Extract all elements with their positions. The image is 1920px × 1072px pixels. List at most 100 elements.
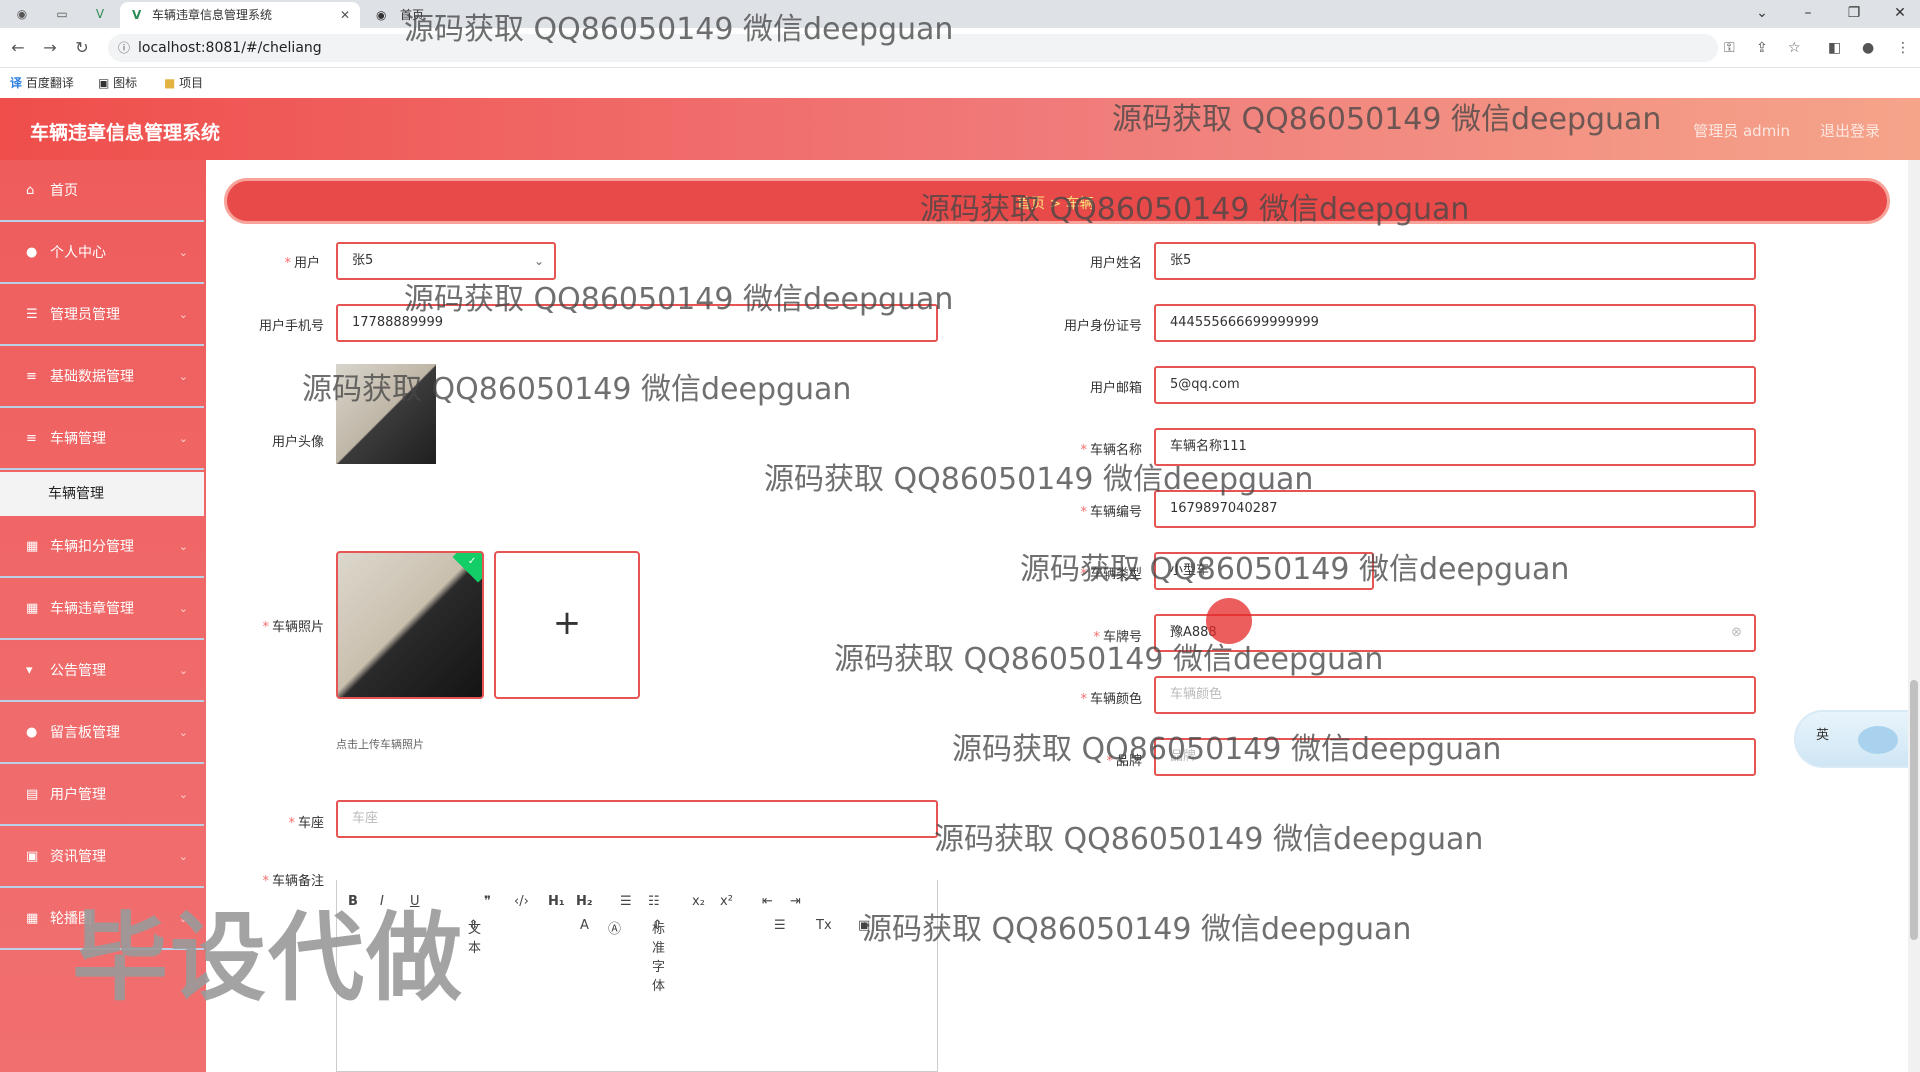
back-icon[interactable]: ←: [6, 36, 30, 60]
sidebar-item-violations[interactable]: ▦ 车辆违章管理 ⌄: [0, 578, 204, 640]
globe-icon[interactable]: ◉: [12, 4, 32, 24]
chevron-down-icon: ⌄: [178, 726, 188, 739]
scrollbar-thumb[interactable]: [1910, 680, 1918, 940]
watermark: 源码获取 QQ86050149 微信deepguan: [302, 372, 852, 407]
bulletin-icon: ▾: [26, 663, 33, 678]
profile-icon[interactable]: ●: [1862, 40, 1874, 56]
close-icon[interactable]: ✕: [340, 2, 350, 28]
uploaded-photo[interactable]: ✓: [336, 551, 484, 699]
chevron-down-icon: ⌄: [533, 254, 544, 268]
globe-icon: ◉: [376, 8, 387, 22]
watermark: 源码获取 QQ86050149 微信deepguan: [404, 12, 954, 47]
grid-icon: ▦: [26, 539, 39, 554]
watermark: 源码获取 QQ86050149 微信deepguan: [920, 192, 1470, 227]
image-icon: ▣: [26, 849, 39, 864]
url-text: localhost:8081/#/cheliang: [138, 40, 322, 56]
phone-label: 用户手机号: [258, 319, 324, 334]
vue-icon: V: [132, 8, 142, 22]
chevron-down-icon: ⌄: [178, 540, 188, 553]
upload-button[interactable]: +: [494, 551, 640, 699]
sidebar-subitem-vehicle[interactable]: 车辆管理: [0, 472, 204, 516]
idcard-label: 用户身份证号: [1063, 319, 1142, 334]
watermark: 源码获取 QQ86050149 微信deepguan: [1020, 552, 1570, 587]
photo-label: * 车辆照片: [262, 620, 324, 635]
menu-icon: ≡: [26, 431, 37, 446]
watermark: 源码获取 QQ86050149 微信deepguan: [764, 462, 1314, 497]
sidebar-item-users[interactable]: ▤ 用户管理 ⌄: [0, 764, 204, 826]
chevron-down-icon: ⌄: [178, 788, 188, 801]
user-icon: ●: [26, 725, 38, 740]
home-icon: ⌂: [26, 183, 35, 198]
tab-title: 车辆违章信息管理系统: [152, 8, 273, 22]
more-icon[interactable]: ⋮: [1896, 40, 1910, 56]
language-widget[interactable]: 英: [1794, 710, 1920, 768]
info-icon[interactable]: ⓘ: [118, 34, 130, 62]
chevron-down-icon: ⌄: [178, 370, 188, 383]
sidepanel-icon[interactable]: ◧: [1828, 40, 1841, 56]
sliders-icon: ☰: [26, 307, 38, 322]
forward-icon[interactable]: →: [38, 36, 62, 60]
clear-icon[interactable]: ⊗: [1731, 616, 1742, 650]
sidebar-item-news[interactable]: ▣ 资讯管理 ⌄: [0, 826, 204, 888]
username-label: 用户姓名: [1089, 256, 1142, 271]
star-icon[interactable]: ☆: [1788, 40, 1801, 56]
chevron-down-icon: ⌄: [178, 308, 188, 321]
clipboard-icon: ▤: [26, 787, 39, 802]
seat-label: * 车座: [288, 816, 324, 831]
bookmark-item[interactable]: ■ 项目: [164, 74, 203, 91]
watermark: 源码获取 QQ86050149 微信deepguan: [952, 732, 1502, 767]
email-input[interactable]: 5@qq.com: [1154, 366, 1756, 404]
watermark: 源码获取 QQ86050149 微信deepguan: [862, 912, 1412, 947]
grid-icon: ▦: [26, 911, 39, 926]
sidebar-item-home[interactable]: ⌂ 首页: [0, 160, 204, 222]
color-input[interactable]: 车辆颜色: [1154, 676, 1756, 714]
sidebar-item-notices[interactable]: ▾ 公告管理 ⌄: [0, 640, 204, 702]
chevron-down-icon: ⌄: [178, 602, 188, 615]
avatar-label: 用户头像: [271, 435, 324, 450]
address-bar-row: ← → ↻ ⓘ localhost:8081/#/cheliang ⚿ ⇪ ☆ …: [0, 28, 1920, 68]
email-label: 用户邮箱: [1089, 381, 1142, 396]
chevron-down-icon: ⌄: [178, 850, 188, 863]
sidebar-item-messages[interactable]: ● 留言板管理 ⌄: [0, 702, 204, 764]
vue-icon[interactable]: V: [90, 4, 110, 24]
browser-tab-strip: ◉ ▭ V V 车辆违章信息管理系统 ✕ ◉ 首页 ⌄ – ❐ ✕: [0, 0, 1920, 28]
grid-icon: ▦: [26, 601, 39, 616]
chevron-down-icon: ⌄: [178, 432, 188, 445]
chevron-down-icon[interactable]: ⌄: [1742, 0, 1782, 28]
sidebar-item-points[interactable]: ▦ 车辆扣分管理 ⌄: [0, 516, 204, 578]
bookmark-item[interactable]: 译 百度翻译: [10, 74, 74, 91]
scrollbar[interactable]: [1908, 160, 1920, 1072]
sidebar-item-admin[interactable]: ☰ 管理员管理 ⌄: [0, 284, 204, 346]
username-input[interactable]: 张5: [1154, 242, 1756, 280]
tab-icon[interactable]: ▭: [52, 4, 72, 24]
upload-hint: 点击上传车辆照片: [336, 738, 424, 751]
app-title: 车辆违章信息管理系统: [30, 122, 221, 144]
color-label: * 车辆颜色: [1080, 692, 1142, 707]
chevron-down-icon: ⌄: [178, 664, 188, 677]
sidebar-item-personal[interactable]: ● 个人中心 ⌄: [0, 222, 204, 284]
bookmark-item[interactable]: ▣ 图标: [98, 74, 137, 91]
reload-icon[interactable]: ↻: [70, 36, 94, 60]
chevron-down-icon: ⌄: [178, 246, 188, 259]
sidebar-item-basedata[interactable]: ≡ 基础数据管理 ⌄: [0, 346, 204, 408]
tab-active[interactable]: V 车辆违章信息管理系统 ✕: [120, 2, 360, 28]
watermark: 源码获取 QQ86050149 微信deepguan: [934, 822, 1484, 857]
seat-input[interactable]: 车座: [336, 800, 938, 838]
logout-link[interactable]: 退出登录: [1820, 120, 1880, 141]
watermark: 源码获取 QQ86050149 微信deepguan: [404, 282, 954, 317]
mascot-icon: [1858, 726, 1898, 754]
menu-icon: ≡: [26, 369, 37, 384]
minimize-icon[interactable]: –: [1788, 0, 1828, 28]
watermark-big: 毕设代做: [72, 902, 464, 1014]
share-icon[interactable]: ⇪: [1756, 40, 1768, 56]
admin-label: 管理员 admin: [1693, 122, 1790, 140]
watermark: 源码获取 QQ86050149 微信deepguan: [1112, 102, 1662, 137]
idcard-input[interactable]: 444555666699999999: [1154, 304, 1756, 342]
user-icon: ●: [26, 245, 38, 260]
key-icon[interactable]: ⚿: [1724, 40, 1735, 56]
close-window-icon[interactable]: ✕: [1880, 0, 1920, 28]
check-icon: ✓: [452, 553, 482, 583]
restore-icon[interactable]: ❐: [1834, 0, 1874, 28]
watermark: 源码获取 QQ86050149 微信deepguan: [834, 642, 1384, 677]
sidebar-item-vehicle[interactable]: ≡ 车辆管理 ⌄: [0, 408, 204, 470]
